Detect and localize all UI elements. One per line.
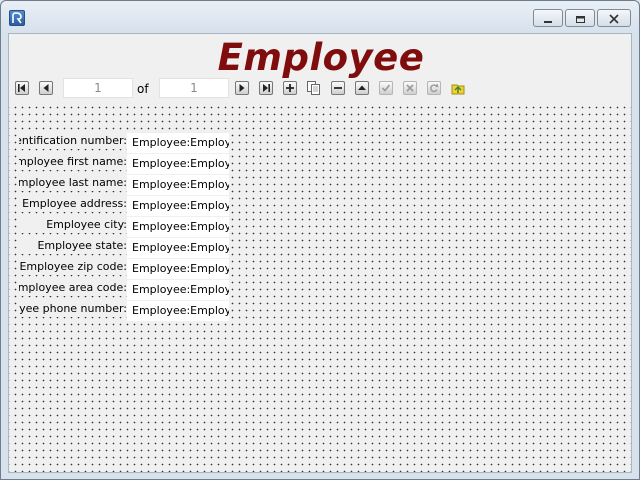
refresh-icon xyxy=(429,83,439,93)
identification-number-label: Employee identification number: xyxy=(19,133,127,149)
restore-icon xyxy=(575,9,586,28)
field-row-phone-number: Employee phone number: Employee:Employee xyxy=(9,301,239,322)
last-name-field[interactable]: Employee:Employee xyxy=(127,175,229,195)
save-check-icon xyxy=(381,83,391,93)
state-label: Employee state: xyxy=(19,238,127,254)
upload-icon xyxy=(357,83,367,93)
cancel-icon xyxy=(405,83,415,93)
first-name-label: Employee first name: xyxy=(19,154,127,170)
identification-number-field[interactable]: Employee:Employee xyxy=(127,133,229,153)
field-row-city: Employee city: Employee:Employee xyxy=(9,217,239,238)
field-row-last-name: Employee last name: Employee:Employee xyxy=(9,175,239,196)
copy-record-button[interactable] xyxy=(307,81,321,95)
state-field[interactable]: Employee:Employee xyxy=(127,238,229,258)
upload-button[interactable] xyxy=(355,81,369,95)
last-record-button[interactable] xyxy=(259,81,273,95)
last-name-label: Employee last name: xyxy=(19,175,127,191)
delete-record-icon xyxy=(333,83,343,93)
field-row-area-code: Employee area code: Employee:Employee xyxy=(9,280,239,301)
app-icon[interactable] xyxy=(9,10,25,26)
copy-record-icon xyxy=(307,81,321,95)
cancel-button[interactable] xyxy=(403,81,417,95)
record-navigation-toolbar: 1 of 1 xyxy=(13,78,629,100)
zip-code-field[interactable]: Employee:Employee xyxy=(127,259,229,279)
form-canvas: Employee identification number: Employee… xyxy=(9,102,631,472)
phone-number-field[interactable]: Employee:Employee xyxy=(127,301,229,321)
first-record-button[interactable] xyxy=(15,81,29,95)
close-button[interactable] xyxy=(597,9,631,27)
current-record-input[interactable]: 1 xyxy=(63,78,133,98)
next-record-button[interactable] xyxy=(235,81,249,95)
city-field[interactable]: Employee:Employee xyxy=(127,217,229,237)
field-row-identification-number: Employee identification number: Employee… xyxy=(9,133,239,154)
first-record-icon xyxy=(17,83,27,93)
total-records-field: 1 xyxy=(159,78,229,98)
form-client-area: Employee 1 of 1 ntification number: Empl… xyxy=(8,33,632,473)
previous-record-button[interactable] xyxy=(39,81,53,95)
area-code-field[interactable]: Employee:Employee xyxy=(127,280,229,300)
field-row-first-name: Employee first name: Employee:Employee xyxy=(9,154,239,175)
first-name-field[interactable]: Employee:Employee xyxy=(127,154,229,174)
area-code-label: Employee area code: xyxy=(19,280,127,296)
address-label: Employee address: xyxy=(19,196,127,212)
delete-record-button[interactable] xyxy=(331,81,345,95)
title-bar[interactable] xyxy=(1,1,639,33)
of-label: of xyxy=(137,82,149,96)
field-row-address: Employee address: Employee:Employee xyxy=(9,196,239,217)
next-record-icon xyxy=(237,83,247,93)
refresh-button[interactable] xyxy=(427,81,441,95)
field-row-zip-code: Employee zip code: Employee:Employee xyxy=(9,259,239,280)
city-label: Employee city: xyxy=(19,217,127,233)
query-icon xyxy=(451,81,465,95)
zip-code-label: Employee zip code: xyxy=(19,259,127,275)
address-field[interactable]: Employee:Employee xyxy=(127,196,229,216)
application-window: Employee 1 of 1 ntification number: Empl… xyxy=(0,0,640,480)
close-icon xyxy=(609,9,619,28)
save-button[interactable] xyxy=(379,81,393,95)
minimize-button[interactable] xyxy=(533,9,563,27)
phone-number-label: Employee phone number: xyxy=(19,301,127,317)
field-row-state: Employee state: Employee:Employee xyxy=(9,238,239,259)
query-button[interactable] xyxy=(451,81,465,95)
last-record-icon xyxy=(261,83,271,93)
add-record-icon xyxy=(285,83,295,93)
previous-record-icon xyxy=(41,83,51,93)
minimize-icon xyxy=(543,9,553,28)
form-title: Employee xyxy=(217,36,425,79)
add-record-button[interactable] xyxy=(283,81,297,95)
restore-button[interactable] xyxy=(565,9,595,27)
